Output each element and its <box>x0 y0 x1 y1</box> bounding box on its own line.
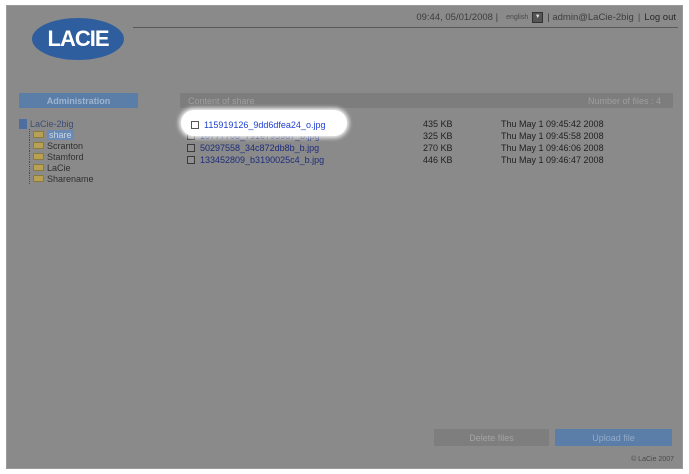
content-header: Content of share Number of files : 4 <box>180 93 673 108</box>
tree-item-sharename[interactable]: Sharename <box>29 173 94 184</box>
file-date: Thu May 1 09:46:06 2008 <box>501 143 604 153</box>
file-size: 435 KB <box>423 119 453 129</box>
upload-file-button[interactable]: Upload file <box>555 429 672 446</box>
top-bar: 09:44, 05/01/2008 | english ▼ | admin@La… <box>416 12 676 23</box>
tree-item-lacie[interactable]: LaCie <box>29 162 94 173</box>
datetime: 09:44, 05/01/2008 | <box>416 12 499 23</box>
tree-root[interactable]: LaCie-2big <box>19 119 94 129</box>
file-checkbox[interactable] <box>187 144 195 152</box>
file-row[interactable]: 50297558_34c872db8b_b.jpg 270 KB Thu May… <box>187 142 667 154</box>
folder-icon <box>33 153 44 160</box>
file-name-link[interactable]: 50297558_34c872db8b_b.jpg <box>200 143 425 153</box>
file-row[interactable]: 133452809_b3190025c4_b.jpg 446 KB Thu Ma… <box>187 154 667 166</box>
app-frame: LACIE 09:44, 05/01/2008 | english ▼ | ad… <box>6 5 683 469</box>
delete-files-button[interactable]: Delete files <box>434 429 549 446</box>
folder-icon <box>33 131 44 138</box>
file-size: 446 KB <box>423 155 453 165</box>
current-user: | admin@LaCie-2big <box>547 12 634 23</box>
chevron-down-icon[interactable]: ▼ <box>532 12 544 23</box>
content-title: Content of share <box>188 95 255 106</box>
file-date: Thu May 1 09:45:58 2008 <box>501 131 604 141</box>
folder-icon <box>33 175 44 182</box>
tree-item-label: Scranton <box>47 140 84 151</box>
lacie-logo[interactable]: LACIE <box>32 18 124 60</box>
file-date: Thu May 1 09:45:42 2008 <box>501 119 604 129</box>
copyright: © LaCie 2007 <box>631 456 674 463</box>
file-name-link[interactable]: 133452809_b3190025c4_b.jpg <box>200 155 425 165</box>
language-select[interactable]: english <box>506 14 528 21</box>
tree-root-label: LaCie-2big <box>30 119 74 129</box>
logout-link[interactable]: Log out <box>644 12 676 23</box>
file-size: 325 KB <box>423 131 453 141</box>
tree-item-label: share <box>47 129 74 140</box>
folder-icon <box>33 142 44 149</box>
separator: | <box>637 12 641 23</box>
folder-icon <box>33 164 44 171</box>
file-name-link[interactable]: 115919126_9dd6dfea24_o.jpg <box>204 120 325 130</box>
tree-item-scranton[interactable]: Scranton <box>29 140 94 151</box>
tree-item-label: Stamford <box>47 151 84 162</box>
administration-header[interactable]: Administration <box>19 93 138 108</box>
file-count: Number of files : 4 <box>587 95 661 106</box>
drive-icon <box>19 119 27 129</box>
tree-item-label: LaCie <box>47 162 71 173</box>
tree-item-label: Sharename <box>47 173 94 184</box>
header-divider <box>133 27 678 28</box>
tree-item-stamford[interactable]: Stamford <box>29 151 94 162</box>
highlighted-file[interactable]: 115919126_9dd6dfea24_o.jpg <box>181 110 347 136</box>
file-checkbox[interactable] <box>187 156 195 164</box>
tree-item-share[interactable]: share <box>29 129 94 140</box>
file-size: 270 KB <box>423 143 453 153</box>
file-date: Thu May 1 09:46:47 2008 <box>501 155 604 165</box>
folder-tree: LaCie-2big share Scranton Stamford LaCie… <box>19 119 94 184</box>
file-checkbox[interactable] <box>191 121 199 129</box>
